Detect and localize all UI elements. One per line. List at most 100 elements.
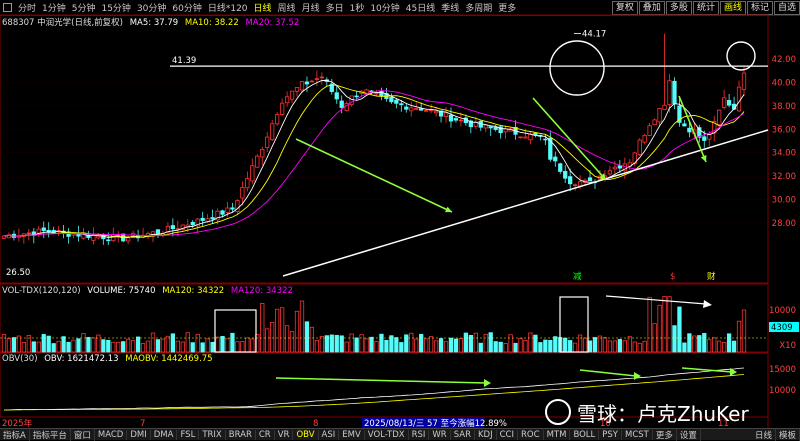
indicator-tab-10[interactable]: VR xyxy=(275,429,294,440)
candle xyxy=(210,217,215,220)
volume-bar xyxy=(210,341,215,353)
volume-bar xyxy=(647,296,652,353)
candle xyxy=(404,106,409,110)
peak-circle[interactable] xyxy=(549,40,605,96)
volume-bar xyxy=(448,337,454,353)
indicator-tab-21[interactable]: MTM xyxy=(544,429,571,440)
volume-bar xyxy=(726,333,732,353)
indicator-tab-18[interactable]: KDJ xyxy=(475,429,497,440)
candle xyxy=(647,125,652,136)
volume-bar xyxy=(667,296,672,353)
indicator-tab-7[interactable]: TRIX xyxy=(199,429,226,440)
candle xyxy=(518,136,523,139)
volume-bar xyxy=(424,338,429,353)
indicator-tab-17[interactable]: SAR xyxy=(451,429,475,440)
candle xyxy=(245,178,250,189)
candle xyxy=(76,233,81,237)
volume-bar xyxy=(592,337,598,353)
indicator-tab-3[interactable]: MACD xyxy=(95,429,128,440)
event-marker-0: 减 xyxy=(573,271,582,282)
volume-bar xyxy=(518,337,523,353)
candle xyxy=(657,108,662,123)
volume-bar xyxy=(612,340,618,353)
candle xyxy=(428,109,434,112)
volume-bar xyxy=(543,339,548,353)
volume-bar xyxy=(309,326,315,353)
volume-bar xyxy=(61,336,66,353)
obv-arrow-head-1 xyxy=(634,372,641,380)
volume-bar xyxy=(548,339,553,353)
volume-current-label: 4309 xyxy=(771,323,793,333)
obv-arrow-head-0 xyxy=(484,379,491,387)
volume-bar xyxy=(165,335,171,353)
candle xyxy=(319,76,324,79)
volume-bar xyxy=(438,338,444,353)
volume-bar xyxy=(428,336,434,353)
indicator-tab-23[interactable]: PSY xyxy=(599,429,622,440)
candle xyxy=(91,234,96,241)
indicator-tab-12[interactable]: ASI xyxy=(319,429,340,440)
volume-bar xyxy=(692,335,697,353)
candle xyxy=(612,166,618,170)
indicator-tab-4[interactable]: DMI xyxy=(127,429,151,440)
candle xyxy=(260,149,265,158)
volume-bar xyxy=(488,332,493,353)
volume-bar xyxy=(657,304,662,353)
candle xyxy=(314,78,320,80)
candle xyxy=(225,207,230,213)
volume-bar xyxy=(359,334,364,353)
indicator-tab-9[interactable]: CR xyxy=(256,429,275,440)
candle xyxy=(736,86,742,112)
candle xyxy=(448,114,454,122)
candle xyxy=(721,97,727,108)
candle xyxy=(36,228,41,234)
indicator-tab-20[interactable]: ROC xyxy=(518,429,544,440)
volume-bar xyxy=(76,338,81,353)
indicator-tab-19[interactable]: CCI xyxy=(497,429,519,440)
indicator-tab-22[interactable]: BOLL xyxy=(570,429,600,440)
indicator-tab-15[interactable]: RSI xyxy=(409,429,430,440)
candle xyxy=(230,207,235,210)
volume-bar xyxy=(101,339,106,353)
time-axis-label-1: 7 xyxy=(140,419,145,428)
volume-bar xyxy=(130,340,136,353)
indicator-tab-16[interactable]: WR xyxy=(429,429,451,440)
indicator-tab-24[interactable]: MCST xyxy=(622,429,653,440)
candle xyxy=(294,87,300,92)
volume-bar xyxy=(573,342,578,353)
candle xyxy=(741,72,747,90)
candle xyxy=(563,171,568,179)
price-tick-label: 28.00 xyxy=(772,219,796,229)
volume-bar xyxy=(533,334,538,353)
price-tick-label: 38.00 xyxy=(772,102,796,112)
volume-bar xyxy=(314,339,320,353)
indicator-tab-11[interactable]: OBV xyxy=(293,429,319,440)
volume-bar xyxy=(180,341,185,353)
volume-bar xyxy=(493,341,498,353)
volume-bar xyxy=(140,343,146,353)
indicator-tab-8[interactable]: BRAR xyxy=(226,429,256,440)
support-trendline[interactable] xyxy=(282,129,769,277)
volume-bar xyxy=(96,334,101,353)
volume-bar xyxy=(508,334,513,353)
low-price-label: 26.50 xyxy=(6,268,30,278)
volume-bar xyxy=(319,336,324,353)
volume-bar xyxy=(568,340,573,353)
vol-indicator-name: VOL-TDX(120,120) xyxy=(2,286,81,296)
volume-bar xyxy=(279,307,285,353)
volume-bar xyxy=(682,342,687,353)
volume-bar xyxy=(582,337,588,353)
indicator-tab-13[interactable]: EMV xyxy=(339,429,365,440)
indicator-tab-14[interactable]: VOL-TDX xyxy=(365,429,409,440)
volume-bar xyxy=(736,320,742,353)
volume-arrow-head xyxy=(703,300,712,308)
volume-bar xyxy=(230,332,235,353)
indicator-tab-5[interactable]: DMA xyxy=(151,429,178,440)
candle xyxy=(354,95,359,98)
volume-arrow-line xyxy=(605,295,707,305)
candle xyxy=(126,237,131,242)
obv-arrow-line-0 xyxy=(275,377,487,384)
indicator-tab-6[interactable]: FSL xyxy=(177,429,200,440)
candle xyxy=(607,170,613,175)
volume-bar xyxy=(503,343,508,353)
